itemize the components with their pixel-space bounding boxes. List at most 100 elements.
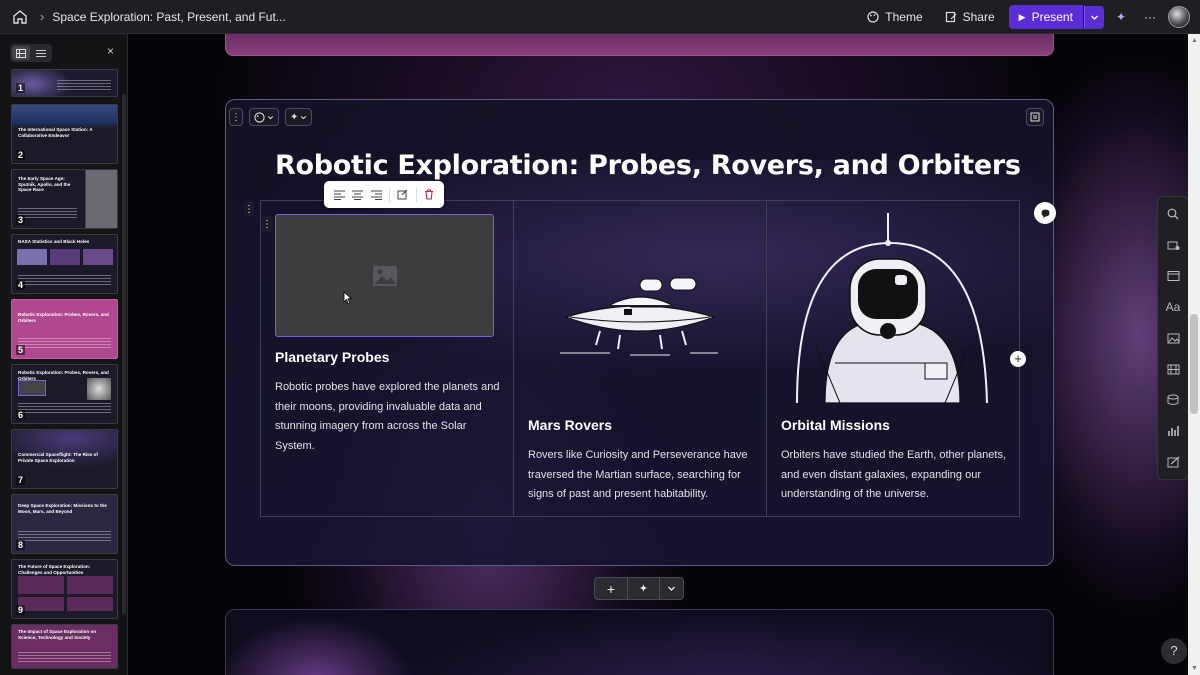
ai-sparkle-button[interactable]: ✦ bbox=[1110, 6, 1132, 28]
thumbnail-box bbox=[67, 576, 113, 594]
top-bar: › Space Exploration: Past, Present, and … bbox=[0, 0, 1200, 34]
palette-icon bbox=[867, 11, 879, 23]
present-button[interactable]: ▶ Present bbox=[1008, 5, 1083, 29]
home-icon[interactable] bbox=[12, 9, 28, 25]
image-placeholder[interactable] bbox=[275, 214, 494, 337]
present-options-button[interactable] bbox=[1083, 5, 1104, 29]
column-body[interactable]: Orbiters have studied the Earth, other p… bbox=[781, 446, 1009, 505]
avatar[interactable] bbox=[1168, 6, 1190, 28]
thumbnail-text-lines bbox=[18, 403, 111, 413]
slide-thumbnail[interactable]: The Impact of Space Exploration on Scien… bbox=[11, 624, 118, 669]
thumbnail-text-lines bbox=[57, 80, 111, 90]
slide-number: 8 bbox=[16, 540, 26, 550]
list-icon bbox=[36, 49, 46, 57]
add-card-icon[interactable] bbox=[1165, 236, 1181, 254]
add-card-options-button[interactable] bbox=[659, 578, 683, 599]
help-button[interactable]: ? bbox=[1161, 638, 1187, 664]
column-body[interactable]: Rovers like Curiosity and Perseverance h… bbox=[528, 446, 756, 505]
speaker-notes-button[interactable] bbox=[1026, 108, 1044, 126]
scrollbar-thumb[interactable] bbox=[1190, 314, 1198, 414]
scroll-down-icon[interactable]: ▼ bbox=[1191, 665, 1198, 672]
theme-button[interactable]: Theme bbox=[859, 6, 930, 28]
text-format-toolbar bbox=[324, 181, 444, 208]
previous-slide-card[interactable] bbox=[225, 34, 1054, 56]
more-icon: ··· bbox=[1144, 10, 1156, 24]
slide-thumbnail[interactable]: The Early Space Age: Sputnik, Apollo, an… bbox=[11, 169, 118, 229]
align-right-icon[interactable] bbox=[370, 189, 382, 200]
slide-thumbnail[interactable]: Commercial Spaceflight: The Rise of Priv… bbox=[11, 429, 118, 489]
chart-icon[interactable] bbox=[1165, 422, 1181, 440]
slide-number: 1 bbox=[16, 83, 26, 93]
next-slide-card[interactable] bbox=[225, 609, 1054, 675]
thumbnail-text-lines bbox=[18, 275, 111, 285]
grid-view-tab[interactable] bbox=[12, 46, 30, 60]
card-menu-button[interactable]: ⋮ bbox=[229, 108, 243, 126]
column-divider bbox=[513, 200, 514, 517]
card-toolbar: ⋮ ✦ bbox=[229, 108, 313, 126]
thumbnail-title: The Early Space Age: Sputnik, Apollo, an… bbox=[18, 176, 71, 192]
slide-thumbnail[interactable]: Robotic Exploration: Probes, Rovers, and… bbox=[11, 364, 118, 424]
more-options-button[interactable]: ··· bbox=[1138, 6, 1162, 28]
column-body[interactable]: Robotic probes have explored the planets… bbox=[275, 378, 503, 456]
mouse-cursor-icon bbox=[343, 291, 353, 305]
video-icon[interactable] bbox=[1165, 360, 1181, 378]
theme-label: Theme bbox=[885, 10, 923, 24]
column-heading[interactable]: Mars Rovers bbox=[528, 417, 612, 433]
thumbnail-image bbox=[18, 380, 46, 396]
text-icon[interactable]: Aa bbox=[1165, 298, 1181, 316]
slide-number: 6 bbox=[16, 410, 26, 420]
align-left-icon[interactable] bbox=[333, 189, 345, 200]
card-style-button[interactable] bbox=[249, 108, 279, 126]
notes-icon bbox=[1030, 112, 1040, 122]
thumbnail-title: Robotic Exploration: Probes, Rovers, and… bbox=[18, 312, 109, 323]
image-icon[interactable] bbox=[1165, 329, 1181, 347]
thumbnail-text-lines bbox=[18, 531, 111, 541]
slide-thumbnail[interactable]: Deep Space Exploration: Missions to the … bbox=[11, 494, 118, 554]
edit-icon[interactable] bbox=[397, 189, 408, 200]
close-sidebar-icon[interactable]: × bbox=[107, 45, 117, 57]
sidebar-scrollbar[interactable] bbox=[122, 94, 126, 614]
document-title[interactable]: Space Exploration: Past, Present, and Fu… bbox=[52, 10, 285, 24]
card-ai-button[interactable]: ✦ bbox=[285, 108, 313, 126]
image-placeholder-icon bbox=[372, 265, 397, 286]
slide-thumbnail[interactable]: NASA Statistics and Black Holes 4 bbox=[11, 234, 118, 294]
slide-thumbnail[interactable]: 1 bbox=[11, 69, 118, 97]
add-card-button[interactable]: + bbox=[595, 578, 627, 599]
column-heading[interactable]: Orbital Missions bbox=[781, 417, 890, 433]
delete-icon[interactable] bbox=[424, 189, 434, 200]
thumbnail-box bbox=[67, 597, 113, 611]
row-drag-handle[interactable]: ⋮ bbox=[244, 201, 254, 217]
toolbar-separator bbox=[415, 187, 417, 202]
vertical-dots-icon: ⋮ bbox=[244, 203, 254, 215]
insert-toolbar: Aa bbox=[1157, 196, 1189, 480]
spaceship-illustration bbox=[560, 277, 718, 356]
database-icon[interactable] bbox=[1165, 391, 1181, 409]
page-scrollbar[interactable]: ▲ ▼ bbox=[1188, 34, 1200, 675]
column-divider bbox=[766, 200, 767, 517]
column-heading[interactable]: Planetary Probes bbox=[275, 349, 389, 365]
add-column-button[interactable]: + bbox=[1010, 351, 1026, 367]
slide-thumbnail-selected[interactable]: Robotic Exploration: Probes, Rovers, and… bbox=[11, 299, 118, 359]
grid-icon bbox=[16, 48, 26, 58]
slide-title[interactable]: Robotic Exploration: Probes, Rovers, and… bbox=[275, 150, 1021, 181]
layout-icon[interactable] bbox=[1165, 267, 1181, 285]
slide-thumbnail[interactable]: The International Space Station: A Colla… bbox=[11, 104, 118, 164]
column-drag-handle[interactable]: ⋮ bbox=[262, 216, 272, 232]
ai-generate-card-button[interactable]: ✦ bbox=[627, 578, 659, 599]
slide-thumbnail[interactable]: The Future of Space Exploration: Challen… bbox=[11, 559, 118, 619]
share-icon bbox=[945, 11, 957, 23]
search-icon[interactable] bbox=[1165, 205, 1181, 223]
thumbnail-title: Deep Space Exploration: Missions to the … bbox=[18, 503, 107, 514]
comment-button[interactable] bbox=[1034, 202, 1056, 224]
align-center-icon[interactable] bbox=[352, 189, 364, 200]
astronaut-illustration bbox=[796, 213, 988, 404]
thumbnail-title: The Impact of Space Exploration on Scien… bbox=[18, 629, 97, 640]
list-view-tab[interactable] bbox=[32, 46, 50, 60]
palette-icon bbox=[254, 111, 265, 123]
embed-icon[interactable] bbox=[1165, 453, 1181, 471]
chevron-right-icon: › bbox=[40, 9, 45, 24]
present-label: Present bbox=[1031, 10, 1073, 24]
thumbnail-image bbox=[83, 249, 113, 265]
share-button[interactable]: Share bbox=[937, 6, 1003, 28]
scroll-up-icon[interactable]: ▲ bbox=[1191, 37, 1198, 44]
